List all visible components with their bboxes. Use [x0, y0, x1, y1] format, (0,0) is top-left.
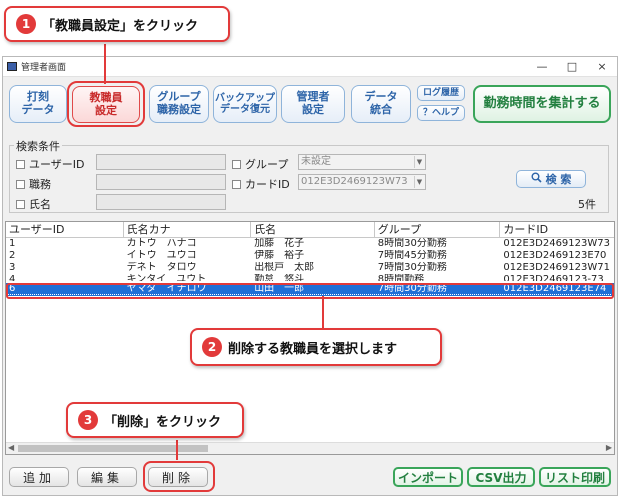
search-button-label: 検 索: [545, 173, 572, 186]
cell-group: 8時間30分勤務: [377, 238, 447, 249]
card-id-select-value: 012E3D2469123W73: [301, 176, 408, 187]
title-bar: 管理者画面 — □ ×: [3, 57, 617, 77]
callout-step-2: 2 削除する教職員を選択します: [190, 328, 442, 366]
horizontal-scrollbar[interactable]: ◀ ▶: [6, 442, 614, 454]
maximize-button[interactable]: □: [557, 57, 587, 77]
add-button[interactable]: 追加: [9, 467, 69, 487]
cell-group: 8時間勤務: [377, 274, 425, 281]
cell-group: 7時間45分勤務: [377, 250, 447, 261]
callout-text: 「教職員設定」をクリック: [42, 18, 199, 34]
user-id-filter[interactable]: ユーザーID: [16, 156, 85, 172]
delete-button-highlight: [143, 461, 215, 492]
user-id-field[interactable]: [96, 154, 226, 170]
column-header-name[interactable]: 氏名: [251, 222, 375, 237]
cell-card-id: 012E3D2469123E70: [503, 250, 607, 261]
cell-user-id: 2: [9, 250, 16, 261]
app-icon: [7, 62, 17, 71]
user-id-checkbox[interactable]: [16, 159, 25, 169]
cell-name: 勤怠 悠斗: [254, 274, 305, 281]
cell-kana: イトウ ユウコ: [126, 250, 197, 261]
cell-name: 加藤 花子: [254, 238, 305, 249]
position-field[interactable]: [96, 174, 226, 190]
selected-row-highlight: [6, 283, 614, 299]
column-header-user-id[interactable]: ユーザーID: [6, 222, 124, 237]
position-checkbox[interactable]: [16, 179, 25, 189]
table-row[interactable]: 3 デネト タロウ 出根戸 太郎 7時間30分勤務 012E3D2469123W…: [6, 262, 614, 274]
cell-name: 伊藤 裕子: [254, 250, 305, 261]
data-merge-button[interactable]: データ 統合: [351, 85, 411, 123]
cell-name: 出根戸 太郎: [254, 262, 315, 273]
group-select[interactable]: 未設定 ▼: [298, 154, 426, 170]
table-row[interactable]: 1 カトウ ハナコ 加藤 花子 8時間30分勤務 012E3D2469123W7…: [6, 238, 614, 250]
chevron-down-icon[interactable]: ▼: [414, 156, 424, 168]
callout-step-1: 1 「教職員設定」をクリック: [4, 6, 230, 42]
cell-user-id: 3: [9, 262, 16, 273]
column-header-card-id[interactable]: カードID: [500, 222, 614, 237]
callout-text: 削除する教職員を選択します: [228, 341, 398, 357]
cell-kana: キンタイ ユウト: [126, 274, 207, 281]
group-settings-button[interactable]: グループ 職務設定: [149, 85, 209, 123]
search-conditions-panel: 検索条件 ユーザーID 職務 氏名 グループ 未設定 ▼ カードID 012E3…: [9, 138, 609, 213]
name-label: 氏名: [29, 198, 51, 211]
punch-data-button[interactable]: 打刻 データ: [9, 85, 67, 123]
column-header-kana[interactable]: 氏名カナ: [124, 222, 252, 237]
scroll-left-icon[interactable]: ◀: [8, 443, 14, 452]
search-icon: [531, 172, 542, 186]
cell-group: 7時間30分勤務: [377, 262, 447, 273]
table-row[interactable]: 4 キンタイ ユウト 勤怠 悠斗 8時間勤務 012E3D2469123-73: [6, 274, 614, 281]
print-list-button[interactable]: リスト印刷: [539, 467, 611, 487]
cell-card-id: 012E3D2469123W71: [503, 262, 610, 273]
search-conditions-legend: 検索条件: [14, 138, 62, 154]
cell-kana: カトウ ハナコ: [126, 238, 197, 249]
window-title: 管理者画面: [21, 63, 67, 73]
minimize-button[interactable]: —: [527, 57, 557, 77]
name-filter[interactable]: 氏名: [16, 196, 51, 212]
group-checkbox[interactable]: [232, 159, 241, 169]
cell-card-id: 012E3D2469123-73: [503, 274, 604, 281]
column-header-group[interactable]: グループ: [375, 222, 501, 237]
group-filter[interactable]: グループ: [232, 156, 288, 172]
import-button[interactable]: インポート: [393, 467, 463, 487]
scrollbar-thumb[interactable]: [18, 445, 208, 452]
step-number-badge: 2: [202, 337, 222, 357]
toolbar: 打刻 データ 教職員 設定 グループ 職務設定 バックアップ データ復元 管理者…: [9, 81, 613, 131]
chevron-down-icon[interactable]: ▼: [414, 176, 424, 188]
group-select-value: 未設定: [301, 156, 331, 167]
result-count: 5件: [578, 198, 596, 211]
card-id-filter[interactable]: カードID: [232, 176, 290, 192]
table-row[interactable]: 2 イトウ ユウコ 伊藤 裕子 7時間45分勤務 012E3D2469123E7…: [6, 250, 614, 262]
staff-settings-highlight: [67, 81, 145, 127]
step-number-badge: 3: [78, 410, 98, 430]
callout-pointer: [104, 44, 106, 84]
card-id-checkbox[interactable]: [232, 179, 241, 189]
callout-pointer: [176, 440, 178, 460]
callout-text: 「削除」をクリック: [104, 414, 222, 430]
admin-settings-button[interactable]: 管理者 設定: [281, 85, 345, 123]
cell-user-id: 1: [9, 238, 16, 249]
edit-button[interactable]: 編集: [77, 467, 137, 487]
card-id-select[interactable]: 012E3D2469123W73 ▼: [298, 174, 426, 190]
cell-card-id: 012E3D2469123W73: [503, 238, 610, 249]
scroll-right-icon[interactable]: ▶: [606, 443, 612, 452]
card-id-label: カードID: [245, 178, 290, 191]
position-filter[interactable]: 職務: [16, 176, 51, 192]
log-history-button[interactable]: ログ履歴: [417, 85, 465, 101]
cell-user-id: 4: [9, 274, 16, 281]
search-button[interactable]: 検 索: [516, 170, 586, 188]
callout-step-3: 3 「削除」をクリック: [66, 402, 244, 438]
callout-pointer: [322, 296, 324, 328]
help-button[interactable]: ？ヘルプ: [417, 105, 465, 121]
close-button[interactable]: ×: [587, 57, 617, 77]
cell-kana: デネト タロウ: [126, 262, 197, 273]
name-checkbox[interactable]: [16, 199, 25, 209]
name-field[interactable]: [96, 194, 226, 210]
group-label: グループ: [245, 158, 289, 171]
table-header: ユーザーID 氏名カナ 氏名 グループ カードID: [6, 222, 614, 238]
csv-export-button[interactable]: CSV出力: [467, 467, 535, 487]
position-label: 職務: [29, 178, 51, 191]
step-number-badge: 1: [16, 14, 36, 34]
user-id-label: ユーザーID: [29, 158, 85, 171]
backup-restore-button[interactable]: バックアップ データ復元: [213, 85, 277, 123]
aggregate-hours-button[interactable]: 勤務時間を集計する: [473, 85, 611, 123]
